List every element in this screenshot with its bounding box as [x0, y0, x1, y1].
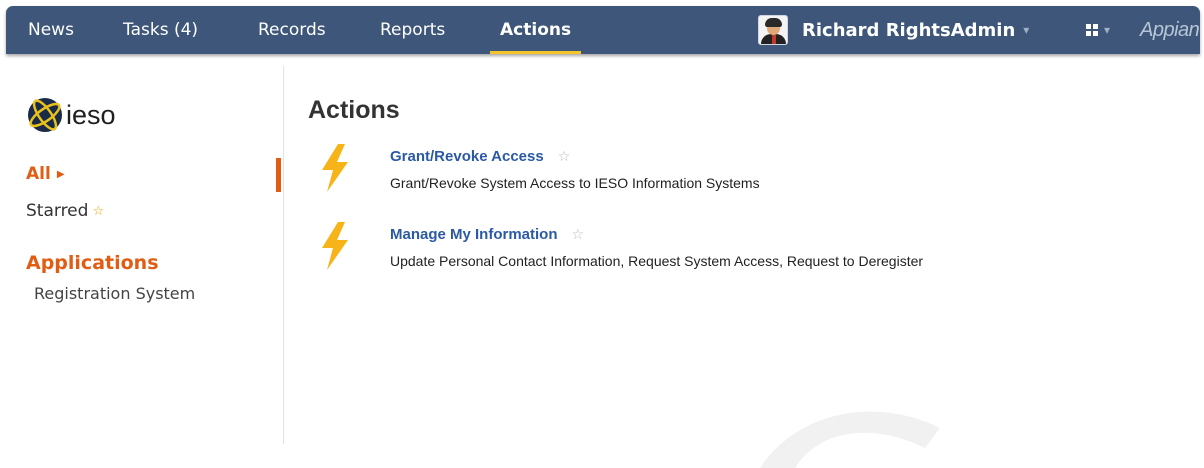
user-name: Richard RightsAdmin [802, 19, 1016, 41]
filter-starred[interactable]: Starred ☆ [26, 201, 104, 221]
logo-text: ieso [66, 99, 116, 130]
lightning-bolt-icon [322, 222, 348, 270]
user-menu[interactable]: Richard RightsAdmin ▾ [758, 13, 1029, 47]
application-registration-system[interactable]: Registration System [34, 284, 195, 303]
tab-actions[interactable]: Actions [489, 6, 582, 54]
star-icon[interactable]: ☆ [572, 227, 585, 243]
user-avatar [758, 15, 788, 45]
filter-all-label: All [26, 164, 51, 184]
action-item: Manage My Information ☆ Update Personal … [318, 222, 1178, 282]
caret-right-icon: ▶ [56, 168, 65, 180]
action-description: Update Personal Contact Information, Req… [390, 253, 924, 269]
ieso-logo: ieso [26, 96, 116, 134]
star-icon[interactable]: ☆ [558, 149, 571, 165]
star-icon: ☆ [92, 203, 105, 219]
chevron-down-icon: ▾ [1104, 23, 1111, 37]
chevron-down-icon: ▾ [1023, 23, 1030, 37]
globe-icon [28, 98, 62, 132]
tab-news[interactable]: News [28, 6, 74, 54]
action-link-manage-my-information[interactable]: Manage My Information [390, 226, 558, 243]
tab-records[interactable]: Records [258, 6, 326, 54]
tab-tasks[interactable]: Tasks (4) [123, 6, 198, 54]
action-item: Grant/Revoke Access ☆ Grant/Revoke Syste… [318, 144, 1178, 204]
page-title: Actions [308, 96, 400, 124]
applications-heading: Applications [26, 252, 159, 274]
brand-logo: Appian [1140, 19, 1200, 41]
sidebar: ieso All ▶ Starred ☆ Applications Regist… [6, 66, 284, 444]
top-navigation-bar: News Tasks (4) Records Reports Actions R… [6, 6, 1200, 54]
active-filter-marker [276, 158, 281, 192]
tab-reports[interactable]: Reports [380, 6, 445, 54]
action-description: Grant/Revoke System Access to IESO Infor… [390, 175, 760, 191]
watermark-graphic [760, 411, 940, 468]
apps-grid-menu[interactable]: ▾ [1086, 20, 1110, 40]
action-link-grant-revoke-access[interactable]: Grant/Revoke Access [390, 148, 544, 165]
filter-all[interactable]: All ▶ [26, 164, 65, 184]
filter-starred-label: Starred [26, 201, 89, 221]
lightning-bolt-icon [322, 144, 348, 192]
grid-icon [1086, 24, 1098, 36]
